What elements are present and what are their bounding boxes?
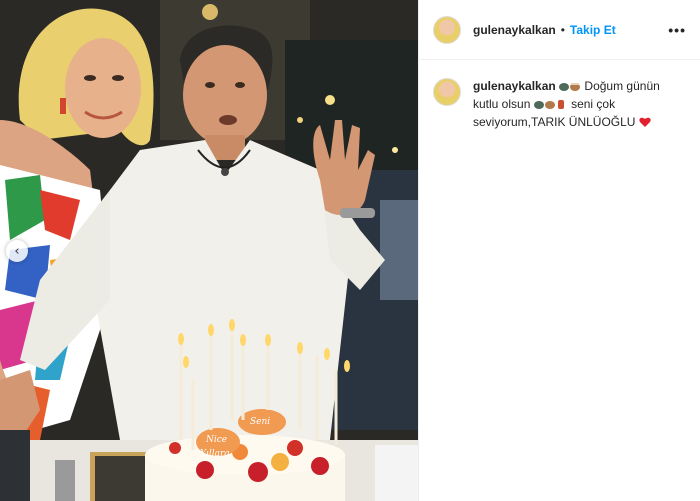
avatar[interactable] xyxy=(433,15,461,44)
previous-photo-button[interactable]: ‹ xyxy=(6,240,28,262)
cake-text-nice: Nice xyxy=(205,435,227,445)
cake-emoji-icon-2 xyxy=(533,98,568,114)
separator-dot: • xyxy=(560,22,565,37)
chevron-left-icon: ‹ xyxy=(14,243,20,259)
post-caption: gulenaykalkan Doğum günün kutlu olsun se… xyxy=(419,60,700,132)
header-username[interactable]: gulenaykalkan xyxy=(473,23,556,37)
cake-emoji-icon xyxy=(559,80,581,96)
post-photo[interactable]: Nice Yıllara Seni ‹ xyxy=(0,0,418,501)
photo-scene: Nice Yıllara Seni xyxy=(0,0,418,501)
cake-text-yillara: Yıllara xyxy=(200,449,230,459)
caption-text: gulenaykalkan Doğum günün kutlu olsun se… xyxy=(473,78,673,132)
caption-avatar[interactable] xyxy=(433,78,461,106)
caption-username[interactable]: gulenaykalkan xyxy=(473,79,556,93)
cake-text-seni: Seni xyxy=(250,417,270,427)
red-heart-icon xyxy=(639,116,651,132)
more-options-icon[interactable]: ••• xyxy=(668,22,686,38)
follow-button[interactable]: Takip Et xyxy=(570,23,616,37)
post-header: gulenaykalkan • Takip Et ••• xyxy=(419,0,700,60)
post-side-panel: gulenaykalkan • Takip Et ••• gulenaykalk… xyxy=(418,0,700,501)
